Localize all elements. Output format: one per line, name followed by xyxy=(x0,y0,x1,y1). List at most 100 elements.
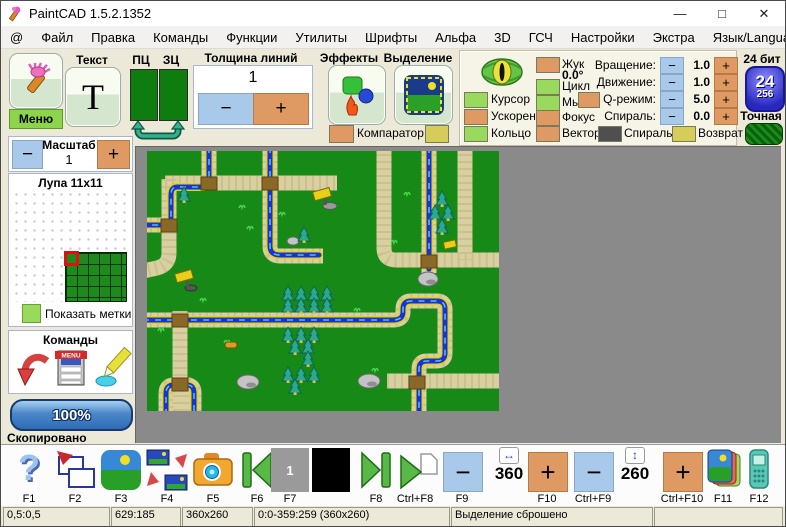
menu-item-settings[interactable]: Настройки xyxy=(562,30,644,45)
qmode-swatch[interactable] xyxy=(578,92,600,108)
commands-box: Команды MENU xyxy=(8,330,133,394)
help-icon[interactable]: ? xyxy=(7,447,51,491)
key-label-f2: F2 xyxy=(53,493,97,505)
swap-colors-icon[interactable] xyxy=(130,121,186,140)
key-label-f1: F1 xyxy=(7,493,51,505)
marker-pen-icon[interactable] xyxy=(95,347,133,387)
cursor-swatch[interactable] xyxy=(464,92,488,108)
maximize-button[interactable]: □ xyxy=(701,1,743,26)
bug-panel: Курсор Ускорение Кольцо Жук 0.0° Цикл Мы… xyxy=(459,50,737,146)
loupe-preview[interactable] xyxy=(12,190,127,302)
brush-icon xyxy=(17,61,55,101)
loupe-cursor xyxy=(64,251,79,266)
minimize-button[interactable]: — xyxy=(659,1,701,26)
bg-color-label: ЗЦ xyxy=(157,53,185,67)
menu-button-label[interactable]: Меню xyxy=(9,109,63,129)
menu-item-at[interactable]: @ xyxy=(1,30,32,45)
layers-icon[interactable] xyxy=(706,448,742,492)
height-minus-button[interactable]: − xyxy=(574,452,614,492)
workspace xyxy=(135,146,781,443)
return-swatch[interactable] xyxy=(672,126,696,142)
comparator-swatch-left[interactable] xyxy=(329,125,354,143)
line-thickness-value: 1 xyxy=(194,69,312,87)
bottom-toolbar: ? F1 F2 F3 F4 F5 xyxy=(1,444,785,507)
key-label-ctrl-f10: Ctrl+F10 xyxy=(653,493,711,505)
width-minus-button[interactable]: − xyxy=(443,452,483,492)
status-selection-range: 0:0-359:259 (360x260) xyxy=(254,507,450,527)
movement-minus-button[interactable]: − xyxy=(660,74,684,91)
menu-item-edit[interactable]: Правка xyxy=(82,30,144,45)
menu-item-alpha[interactable]: Альфа xyxy=(426,30,485,45)
spiral-minus-button[interactable]: − xyxy=(660,108,684,125)
status-extra xyxy=(654,507,783,527)
frame-preview-black[interactable] xyxy=(312,448,350,492)
scale-minus-button[interactable]: − xyxy=(12,140,43,169)
main-menu-button[interactable] xyxy=(9,53,63,109)
selection-button[interactable] xyxy=(394,65,453,125)
app-brush-icon xyxy=(7,6,23,22)
cursor-label: Курсор xyxy=(491,92,530,106)
image-icon[interactable] xyxy=(99,448,143,492)
height-arrow-icon: ↕ xyxy=(625,447,645,464)
menu-item-functions[interactable]: Функции xyxy=(217,30,286,45)
menu-item-language[interactable]: Язык/Language xyxy=(704,30,786,45)
width-plus-button[interactable]: + xyxy=(528,452,568,492)
menu-item-rng[interactable]: ГСЧ xyxy=(520,30,562,45)
precision-button[interactable] xyxy=(745,123,783,145)
frame-number-button[interactable]: 1 xyxy=(271,448,309,492)
qmode-value: 5.0 xyxy=(682,92,710,106)
rotation-minus-button[interactable]: − xyxy=(660,57,684,74)
selection-label: Выделение xyxy=(381,51,455,65)
qmode-minus-button[interactable]: − xyxy=(660,91,684,108)
effects-button[interactable] xyxy=(328,65,386,125)
color-depth-button[interactable]: 24 256 xyxy=(745,66,785,112)
acceleration-swatch[interactable] xyxy=(464,109,488,125)
movement-plus-button[interactable]: + xyxy=(714,74,738,91)
title-bar: PaintCAD 1.5.2.1352 — □ ✕ xyxy=(1,1,785,26)
eye-icon[interactable] xyxy=(480,55,524,90)
camera-icon[interactable] xyxy=(190,449,236,491)
menu-item-extra[interactable]: Экстра xyxy=(644,30,704,45)
key-label-f4: F4 xyxy=(145,493,189,505)
text-tool-button[interactable]: T xyxy=(65,67,121,127)
comparator-swatch-right[interactable] xyxy=(425,125,449,143)
comparator-label: Компаратор xyxy=(357,126,435,140)
line-thickness-box: 1 − + xyxy=(193,65,313,129)
rotation-plus-button[interactable]: + xyxy=(714,57,738,74)
spiral2-swatch[interactable] xyxy=(598,126,622,142)
key-label-f7: F7 xyxy=(271,493,309,505)
vector-swatch[interactable] xyxy=(536,126,560,142)
fg-color-swatch[interactable] xyxy=(130,69,158,121)
menu-item-fonts[interactable]: Шрифты xyxy=(356,30,426,45)
movement-label: Движение: xyxy=(556,75,656,89)
key-label-f10: F10 xyxy=(528,493,566,505)
menu-item-commands[interactable]: Команды xyxy=(144,30,217,45)
play-to-page-icon[interactable] xyxy=(395,448,439,492)
undo-icon[interactable] xyxy=(17,349,51,387)
drawing-canvas[interactable] xyxy=(147,151,499,411)
line-thickness-label: Толщина линий xyxy=(191,51,311,65)
thickness-plus-button[interactable]: + xyxy=(253,93,309,125)
scale-box: − Масштаб 1 + xyxy=(8,136,133,172)
window-restore-icon[interactable] xyxy=(53,449,97,491)
show-marks-checkbox[interactable] xyxy=(22,304,41,323)
menu-item-utilities[interactable]: Утилиты xyxy=(286,30,356,45)
thickness-minus-button[interactable]: − xyxy=(198,93,254,125)
command-list-icon[interactable]: MENU xyxy=(55,345,87,389)
ring-swatch[interactable] xyxy=(464,126,488,142)
key-label-f9: F9 xyxy=(443,493,481,505)
zoom-percent-button[interactable]: 100% xyxy=(10,399,133,431)
menu-item-3d[interactable]: 3D xyxy=(485,30,520,45)
swap-images-icon[interactable] xyxy=(145,448,189,492)
close-button[interactable]: ✕ xyxy=(743,1,785,26)
loupe-label: Лупа 11x11 xyxy=(9,176,132,190)
qmode-label: Q-режим: xyxy=(600,92,656,106)
selection-icon xyxy=(402,73,446,117)
skip-forward-icon[interactable] xyxy=(354,448,398,492)
qmode-plus-button[interactable]: + xyxy=(714,91,738,108)
phone-icon[interactable] xyxy=(745,448,773,492)
bg-color-swatch[interactable] xyxy=(159,69,188,121)
height-plus-button[interactable]: + xyxy=(663,452,703,492)
scale-plus-button[interactable]: + xyxy=(97,140,130,169)
menu-item-file[interactable]: Файл xyxy=(32,30,82,45)
